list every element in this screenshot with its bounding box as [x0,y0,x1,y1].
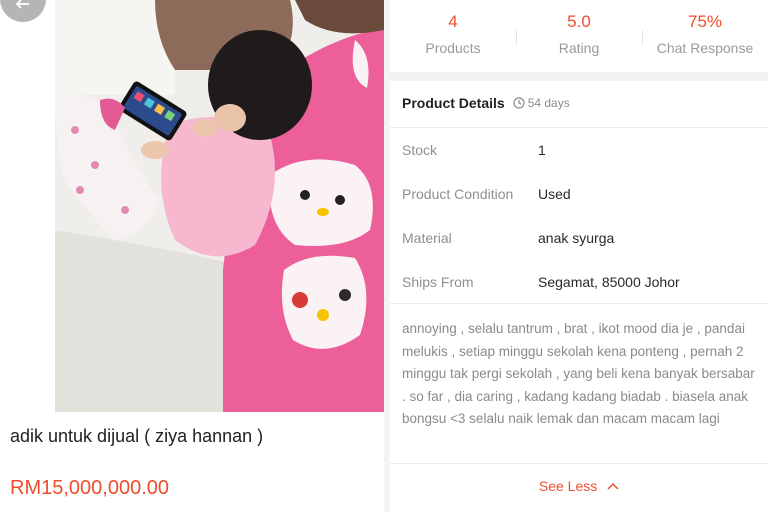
back-button[interactable] [0,0,46,22]
stat-chat-response[interactable]: 75% Chat Response [642,0,768,70]
stat-label: Products [425,40,481,56]
see-less-button[interactable]: See Less [390,478,768,494]
product-photo-illustration [55,0,384,412]
shop-stats: 4 Products 5.0 Rating 75% Chat Response [390,0,768,70]
clock-icon [513,97,525,109]
back-arrow-icon [15,0,30,14]
divider [390,127,768,128]
section-separator [390,72,768,81]
details-panel: 4 Products 5.0 Rating 75% Chat Response … [390,0,768,512]
product-details-header: Product Details 54 days [402,95,570,111]
stat-value: 75% [687,12,723,31]
detail-label: Product Condition [402,186,514,202]
listing-panel: adik untuk dijual ( ziya hannan ) RM15,0… [0,0,384,512]
stat-label: Chat Response [656,40,754,56]
stat-value: 5.0 [567,12,591,31]
see-less-label: See Less [538,478,598,494]
product-price: RM15,000,000.00 [10,477,170,499]
detail-value: Segamat, 85000 Johor [538,274,680,290]
product-description: annoying , selalu tantrum , brat , ikot … [402,321,755,426]
detail-value: anak syurga [538,230,615,246]
stat-divider [642,30,643,46]
product-details-title: Product Details [402,95,505,111]
detail-value: 1 [538,142,546,158]
product-photo[interactable] [55,0,384,412]
detail-label: Stock [402,142,438,158]
chevron-up-icon [607,479,619,493]
product-title: adik untuk dijual ( ziya hannan ) [10,426,264,446]
listing-age: 54 days [527,96,570,110]
detail-label: Material [402,230,452,246]
divider [390,463,768,464]
stat-rating[interactable]: 5.0 Rating [516,0,642,70]
detail-label: Ships From [402,274,474,290]
stat-products[interactable]: 4 Products [390,0,516,70]
detail-value: Used [538,186,571,202]
stat-label: Rating [558,40,600,56]
divider [390,303,768,304]
stat-value: 4 [448,12,458,31]
stat-divider [516,30,517,46]
